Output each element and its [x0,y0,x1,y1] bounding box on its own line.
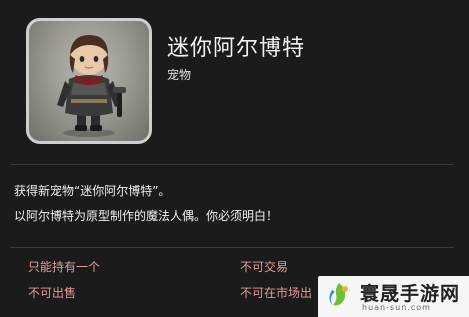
item-description-line: 以阿尔博特为原型制作的魔法人偶。你必须明白！ [14,209,279,223]
property-unique: 只能持有一个 [28,260,101,274]
divider [10,164,454,165]
watermark-logo-icon [329,283,348,306]
property-untradable: 不可交易 [240,260,289,274]
property-unsellable: 不可出售 [28,286,77,300]
item-icon [26,18,152,144]
property-unmarketable: 不可在市场出 [240,286,313,300]
item-tooltip: 迷你阿尔博特 宠物 获得新宠物“迷你阿尔博特”。 以阿尔博特为原型制作的魔法人偶… [0,0,469,317]
minion-figure-icon [57,35,126,137]
watermark-subtitle: huan-sun.com [362,303,431,312]
watermark-title: 寰晟手游网 [360,283,461,305]
item-type: 宠物 [167,68,192,82]
item-description-line: 获得新宠物“迷你阿尔博特”。 [14,184,171,198]
item-name: 迷你阿尔博特 [167,36,306,61]
divider [10,247,454,248]
site-watermark: 寰晟手游网 huan-sun.com [318,276,469,317]
